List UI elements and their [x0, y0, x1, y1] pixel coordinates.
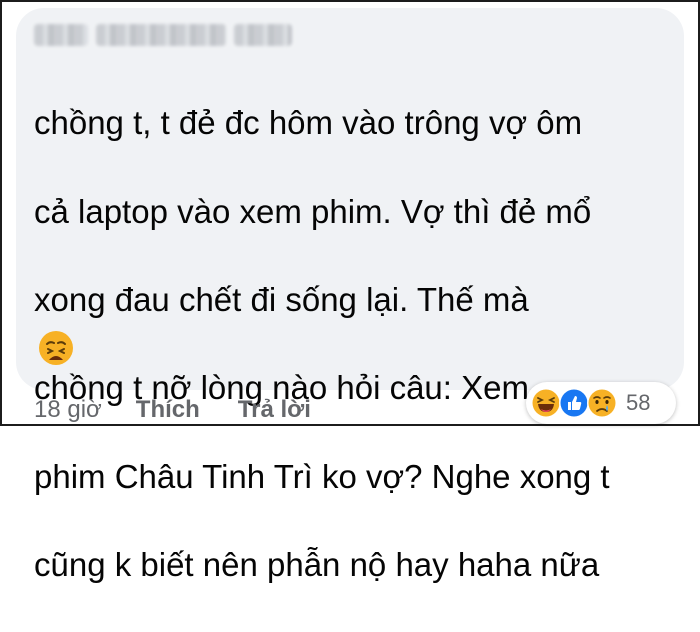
- comment-line: chồng t, t đẻ đc hôm vào trông vợ ôm: [34, 104, 583, 142]
- author-blur-segment: [96, 24, 226, 46]
- comment-line: cũng k biết nên phẫn nộ hay haha nữa: [34, 546, 600, 584]
- comment-timestamp[interactable]: 18 giờ: [34, 396, 102, 424]
- comment-text: chồng t, t đẻ đc hôm vào trông vợ ôm cả …: [34, 57, 674, 632]
- weary-face-emoji-icon: [38, 330, 74, 366]
- reply-button[interactable]: Trả lời: [238, 396, 311, 424]
- reaction-count: 58: [626, 390, 651, 415]
- like-button[interactable]: Thích: [136, 396, 200, 424]
- author-blur-segment: [34, 24, 88, 46]
- comment-line: phim Châu Tinh Trì ko vợ? Nghe xong t: [34, 457, 610, 495]
- comment-actions: 18 giờ Thích Trả lời: [34, 396, 311, 424]
- author-blur-segment: [234, 24, 292, 46]
- author-name-redacted[interactable]: [34, 24, 292, 46]
- comment-line: xong đau chết đi sống lại. Thế mà: [34, 281, 529, 319]
- sad-icon: [586, 387, 618, 419]
- comment-line: cả laptop vào xem phim. Vợ thì đẻ mổ: [34, 192, 592, 230]
- comment-frame: chồng t, t đẻ đc hôm vào trông vợ ôm cả …: [0, 0, 700, 583]
- reactions-summary[interactable]: 58: [526, 382, 676, 424]
